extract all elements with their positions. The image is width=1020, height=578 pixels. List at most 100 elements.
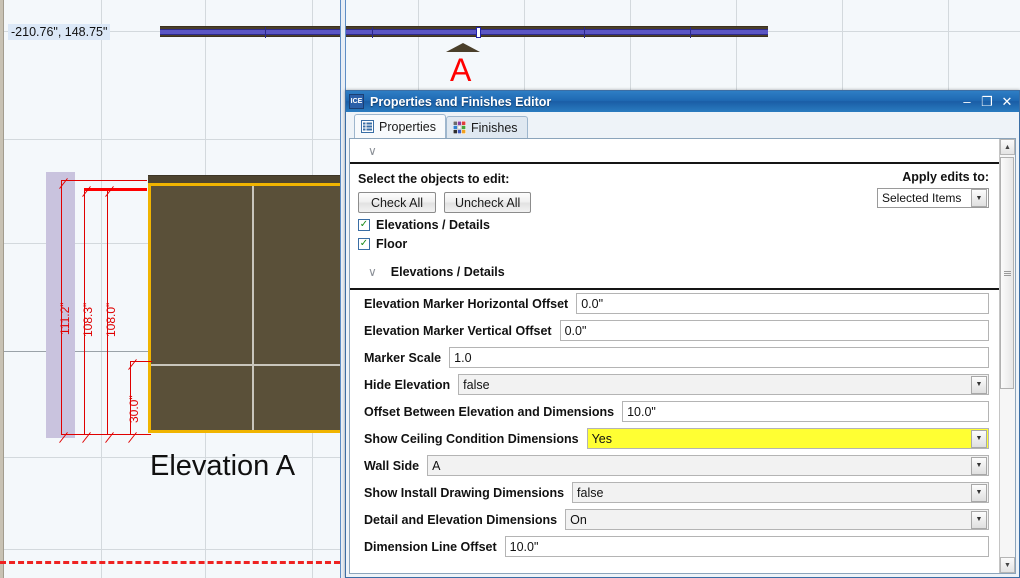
cabinet-divider-vertical bbox=[252, 186, 254, 430]
tab-strip: Properties Finishes bbox=[346, 112, 1019, 138]
property-input[interactable]: 10.0" bbox=[622, 401, 989, 422]
property-dropdown[interactable]: A ▼ bbox=[427, 455, 989, 476]
property-value: A bbox=[432, 458, 441, 473]
property-value: 10.0" bbox=[509, 539, 539, 554]
apply-edits-dropdown[interactable]: Selected Items ▼ bbox=[877, 188, 989, 208]
minimize-button[interactable]: – bbox=[957, 91, 977, 112]
scroll-up-button[interactable]: ▲ bbox=[1000, 139, 1015, 155]
property-label: Dimension Line Offset bbox=[364, 539, 497, 554]
elevation-marker-triangle-icon[interactable] bbox=[446, 43, 480, 52]
dialog-titlebar[interactable]: ICE Properties and Finishes Editor – ❐ ✕ bbox=[346, 91, 1019, 112]
wall-plan-bar[interactable] bbox=[160, 26, 768, 38]
properties-and-finishes-editor-dialog[interactable]: ICE Properties and Finishes Editor – ❐ ✕ bbox=[345, 90, 1020, 578]
property-fields-list: Elevation Marker Horizontal Offset 0.0" El… bbox=[350, 290, 999, 560]
coordinate-readout-tooltip: -210.76", 148.75" bbox=[8, 24, 111, 40]
boundary-dashed-line bbox=[0, 561, 340, 564]
property-row: Show Install Drawing Dimensions false ▼ bbox=[350, 479, 999, 506]
chevron-down-icon[interactable]: ∨ bbox=[368, 144, 377, 158]
tab-finishes[interactable]: Finishes bbox=[445, 116, 528, 138]
wall-plan-fill bbox=[160, 29, 768, 35]
property-row: Hide Elevation false ▼ bbox=[350, 371, 999, 398]
property-value: 1.0 bbox=[454, 350, 472, 365]
apply-edits-value: Selected Items bbox=[882, 191, 962, 205]
list-icon bbox=[361, 120, 374, 133]
property-input[interactable]: 10.0" bbox=[504, 536, 989, 557]
color-grid-icon bbox=[452, 121, 466, 134]
close-button[interactable]: ✕ bbox=[997, 91, 1017, 112]
dimension-extension bbox=[84, 188, 147, 191]
dimension-extension bbox=[61, 434, 151, 435]
property-value: 0.0" bbox=[581, 296, 604, 311]
properties-scrollbar[interactable]: ▲ ▼ bbox=[999, 139, 1015, 573]
property-label: Wall Side bbox=[364, 458, 420, 473]
property-row: Offset Between Elevation and Dimensions 1… bbox=[350, 398, 999, 425]
property-input[interactable]: 1.0 bbox=[449, 347, 989, 368]
property-dropdown[interactable]: false ▼ bbox=[458, 374, 989, 395]
uncheck-all-button[interactable]: Uncheck All bbox=[444, 192, 532, 213]
property-label: Detail and Elevation Dimensions bbox=[364, 512, 558, 527]
scroll-down-button[interactable]: ▼ bbox=[1000, 557, 1015, 573]
ruler-left-edge bbox=[0, 0, 4, 578]
property-row: Show Ceiling Condition Dimensions Yes ▼ bbox=[350, 425, 999, 452]
property-value: 10.0" bbox=[627, 404, 656, 419]
checkbox-row-floor[interactable]: ✓ Floor bbox=[358, 237, 989, 251]
checkbox-elevations-details[interactable]: ✓ bbox=[358, 219, 370, 231]
check-all-button[interactable]: Check All bbox=[358, 192, 436, 213]
property-label: Elevation Marker Vertical Offset bbox=[364, 323, 552, 338]
property-input[interactable]: 0.0" bbox=[576, 293, 989, 314]
chevron-down-icon[interactable]: ▼ bbox=[971, 429, 987, 448]
property-dropdown[interactable]: false ▼ bbox=[572, 482, 989, 503]
dimension-label: 108.0" bbox=[104, 302, 118, 337]
apply-edits-group: Apply edits to: Selected Items ▼ bbox=[877, 170, 989, 208]
property-value: On bbox=[570, 512, 587, 527]
chevron-down-icon[interactable]: ▼ bbox=[971, 510, 987, 529]
scrollbar-thumb[interactable] bbox=[1000, 157, 1014, 389]
object-selection-block: Select the objects to edit: Apply edits … bbox=[350, 164, 999, 256]
property-row: Dimension Line Offset 10.0" bbox=[350, 533, 999, 560]
property-label: Marker Scale bbox=[364, 350, 442, 365]
chevron-down-icon[interactable]: ▼ bbox=[971, 483, 987, 502]
properties-panel-body: ∨ Select the objects to edit: Apply edit… bbox=[350, 139, 999, 573]
scrollbar-track[interactable] bbox=[1000, 155, 1015, 557]
wall-tick bbox=[265, 27, 266, 38]
property-dropdown[interactable]: Yes ▼ bbox=[586, 428, 989, 449]
tab-finishes-label: Finishes bbox=[470, 120, 518, 135]
property-label: Show Ceiling Condition Dimensions bbox=[364, 431, 579, 446]
screen: A 111.2" 108.3" 108.0" 30.0" Elevation A bbox=[0, 0, 1020, 578]
property-value: false bbox=[463, 377, 490, 392]
chevron-down-icon[interactable]: ▼ bbox=[971, 375, 987, 394]
tab-properties[interactable]: Properties bbox=[354, 114, 446, 138]
checkbox-row-elevations-details[interactable]: ✓ Elevations / Details bbox=[358, 218, 989, 232]
top-collapse-row[interactable]: ∨ bbox=[350, 139, 999, 164]
maximize-button[interactable]: ❐ bbox=[977, 91, 997, 112]
dimension-label: 108.3" bbox=[81, 302, 95, 337]
checkbox-floor[interactable]: ✓ bbox=[358, 238, 370, 250]
property-row: Marker Scale 1.0 bbox=[350, 344, 999, 371]
property-label: Offset Between Elevation and Dimensions bbox=[364, 404, 615, 419]
dimension-label: 30.0" bbox=[127, 395, 141, 423]
elevation-marker-letter: A bbox=[450, 52, 472, 88]
apply-edits-label: Apply edits to: bbox=[902, 170, 989, 184]
dialog-title: Properties and Finishes Editor bbox=[370, 94, 552, 109]
elevation-view-title: Elevation A bbox=[150, 450, 296, 482]
chevron-down-icon[interactable]: ▼ bbox=[971, 456, 987, 475]
properties-panel: ∨ Select the objects to edit: Apply edit… bbox=[349, 138, 1016, 574]
wall-node-handle[interactable] bbox=[476, 27, 481, 38]
property-dropdown[interactable]: On ▼ bbox=[565, 509, 989, 530]
chevron-down-icon[interactable]: ▼ bbox=[971, 189, 987, 207]
property-input[interactable]: 0.0" bbox=[559, 320, 989, 341]
property-row: Detail and Elevation Dimensions On ▼ bbox=[350, 506, 999, 533]
property-value: 0.0" bbox=[564, 323, 587, 338]
section-title-label: Elevations / Details bbox=[390, 265, 505, 279]
checkbox-label-floor: Floor bbox=[376, 237, 408, 251]
chevron-down-icon[interactable]: ∨ bbox=[368, 265, 377, 279]
wall-tick bbox=[584, 27, 585, 38]
app-icon: ICE bbox=[349, 94, 364, 109]
cabinet-elevation-box[interactable] bbox=[148, 183, 358, 433]
property-value: false bbox=[577, 485, 604, 500]
tab-properties-label: Properties bbox=[379, 119, 436, 134]
property-label: Hide Elevation bbox=[364, 377, 451, 392]
grid-line-vertical bbox=[101, 0, 102, 578]
property-row: Elevation Marker Horizontal Offset 0.0" bbox=[350, 290, 999, 317]
section-header-elevations-details[interactable]: ∨ Elevations / Details bbox=[350, 256, 999, 290]
